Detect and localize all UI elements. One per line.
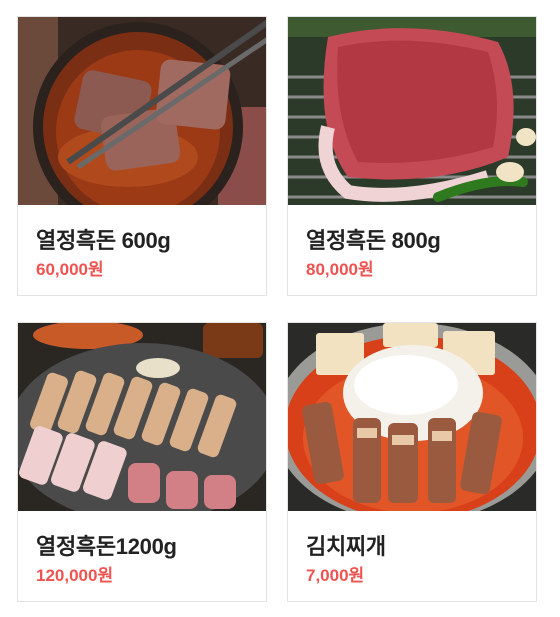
menu-item-name: 김치찌개	[306, 534, 386, 559]
menu-photo-pork-belly-platter	[18, 323, 266, 511]
menu-photo-kimchi-stew	[288, 323, 536, 511]
menu-grid: 열정흑돈 600g 60,000원 열정흑돈 800g 80,000원 열정흑돈…	[17, 16, 540, 606]
menu-item-price: 120,000원	[36, 566, 114, 585]
menu-item-price: 7,000원	[306, 566, 365, 585]
menu-item-price: 80,000원	[306, 260, 374, 279]
menu-photo-raw-pork	[288, 17, 536, 205]
menu-card-800g[interactable]: 열정흑돈 800g 80,000원	[287, 16, 537, 296]
menu-card-1200g[interactable]: 열정흑돈1200g 120,000원	[17, 322, 267, 602]
menu-card-600g[interactable]: 열정흑돈 600g 60,000원	[17, 16, 267, 296]
menu-item-name: 열정흑돈 800g	[306, 228, 441, 253]
menu-item-name: 열정흑돈 600g	[36, 228, 171, 253]
menu-card-kimchi-stew[interactable]: 김치찌개 7,000원	[287, 322, 537, 602]
menu-item-price: 60,000원	[36, 260, 104, 279]
menu-photo-grilled-pork	[18, 17, 266, 205]
menu-item-name: 열정흑돈1200g	[36, 534, 177, 559]
